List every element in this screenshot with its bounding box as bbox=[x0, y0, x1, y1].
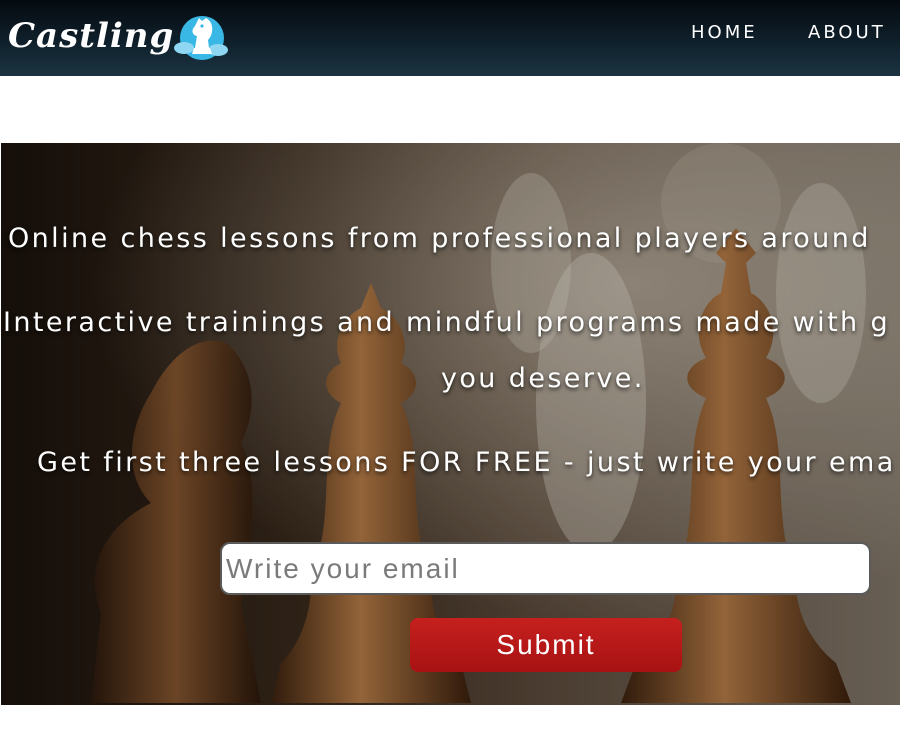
hero-subline: Interactive trainings and mindful progra… bbox=[3, 307, 891, 338]
hero-subline-continued: you deserve. bbox=[441, 363, 645, 394]
hero-headline: Online chess lessons from professional p… bbox=[8, 223, 871, 254]
logo-text: Castling bbox=[8, 16, 175, 56]
hero-offer-text: Get first three lessons FOR FREE - just … bbox=[37, 447, 896, 478]
knight-icon bbox=[174, 16, 229, 60]
email-input[interactable] bbox=[220, 542, 871, 595]
site-logo[interactable]: Castling bbox=[8, 8, 232, 64]
nav-about-link[interactable]: ABOUT bbox=[808, 22, 886, 43]
navbar: Castling HOME ABOUT bbox=[0, 0, 900, 76]
hero-section: Online chess lessons from professional p… bbox=[1, 143, 900, 705]
nav-home-link[interactable]: HOME bbox=[691, 22, 758, 43]
submit-button[interactable]: Submit bbox=[410, 618, 682, 672]
